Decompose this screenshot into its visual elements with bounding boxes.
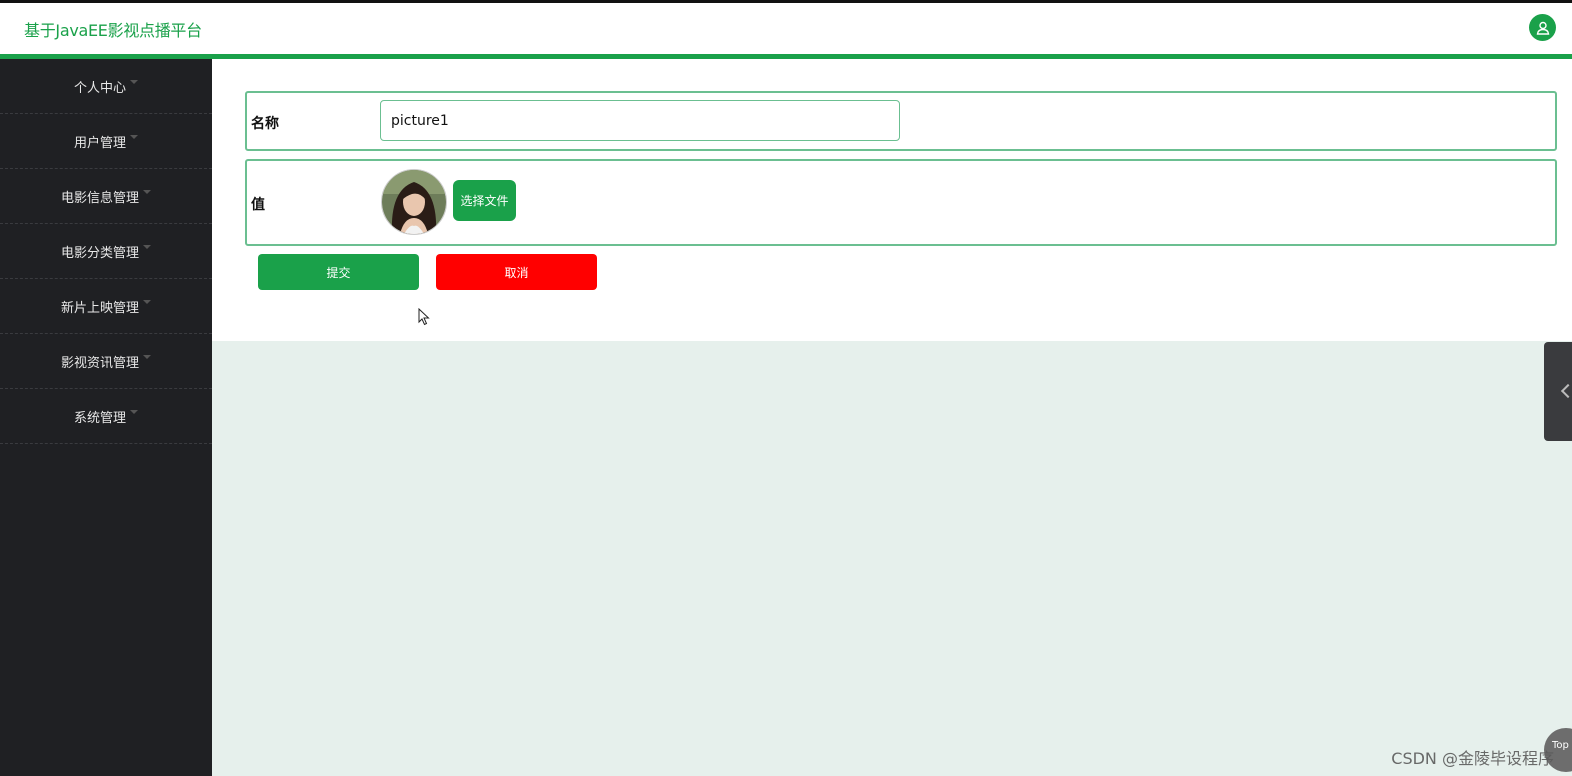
submit-button[interactable]: 提交 [258,254,419,290]
sidebar-item-label: 电影信息管理 [60,190,139,206]
sidebar-item-movie-category[interactable]: 电影分类管理 [0,224,212,279]
sidebar-item-label: 新片上映管理 [60,300,139,316]
watermark: CSDN @金陵毕设程序 [1391,749,1554,768]
chevron-down-icon [143,190,151,194]
app-title: 基于JavaEE影视点播平台 [24,21,202,40]
sidebar-item-label: 系统管理 [73,410,126,426]
sidebar-item-news[interactable]: 影视资讯管理 [0,334,212,389]
sidebar-item-new-releases[interactable]: 新片上映管理 [0,279,212,334]
sidebar-item-label: 用户管理 [73,135,126,151]
cancel-button[interactable]: 取消 [436,254,597,290]
sidebar-item-label: 个人中心 [73,80,126,96]
chevron-down-icon [130,80,138,84]
name-input[interactable] [380,100,900,141]
form-row-value: 值 选择文件 [245,159,1557,246]
chevron-down-icon [143,245,151,249]
choose-file-button[interactable]: 选择文件 [453,180,516,221]
chevron-left-icon [1560,383,1572,399]
image-preview[interactable] [381,169,447,235]
chevron-down-icon [143,300,151,304]
side-panel-toggle[interactable] [1544,342,1572,441]
edit-form-panel: 名称 值 选择文件 提交 取消 [212,59,1572,341]
chevron-down-icon [143,355,151,359]
user-avatar[interactable] [1529,14,1556,41]
user-icon [1536,21,1549,35]
value-label: 值 [251,197,265,213]
name-label: 名称 [251,116,279,132]
form-row-name: 名称 [245,91,1557,151]
sidebar-item-personal-center[interactable]: 个人中心 [0,59,212,114]
top-label: Top [1552,740,1569,751]
portrait-image [382,170,446,234]
chevron-down-icon [130,135,138,139]
sidebar: 个人中心 用户管理 电影信息管理 电影分类管理 新片上映管理 影视资讯管理 系统… [0,59,212,776]
sidebar-item-system[interactable]: 系统管理 [0,389,212,444]
sidebar-item-movie-info[interactable]: 电影信息管理 [0,169,212,224]
mouse-cursor-icon [418,308,430,326]
chevron-down-icon [130,410,138,414]
sidebar-item-label: 影视资讯管理 [60,355,139,371]
header: 基于JavaEE影视点播平台 [0,3,1572,54]
sidebar-item-label: 电影分类管理 [60,245,139,261]
sidebar-item-user-management[interactable]: 用户管理 [0,114,212,169]
